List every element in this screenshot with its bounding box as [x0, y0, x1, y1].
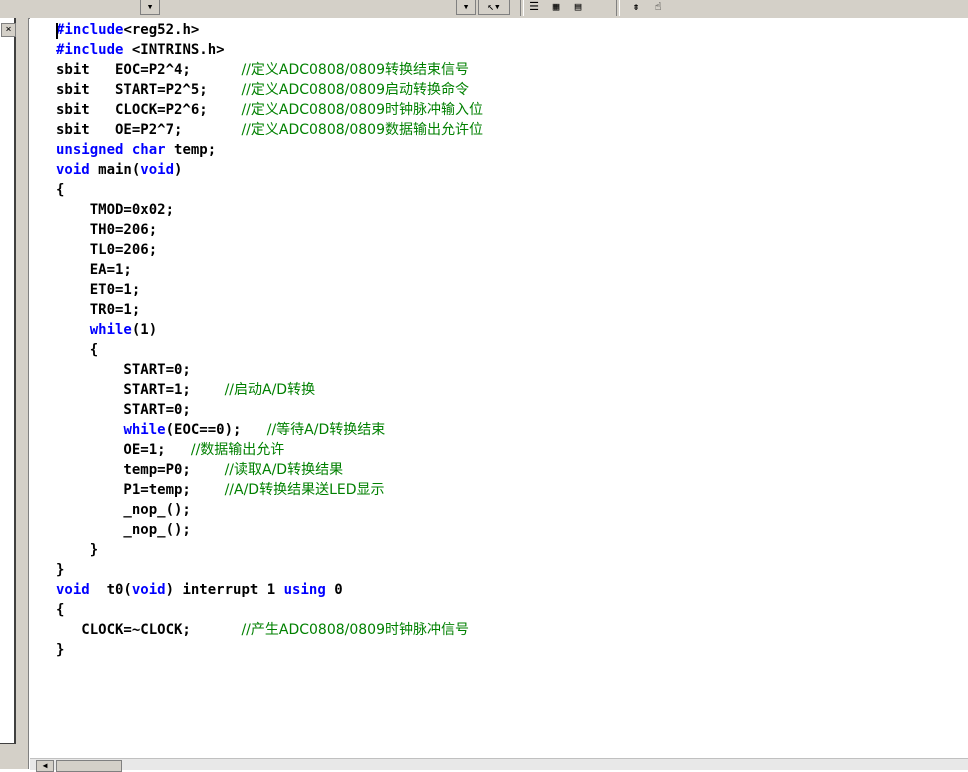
step-icon[interactable]: ⇟	[628, 0, 644, 14]
code-line-24: P1=temp; //A/D转换结果送LED显示	[56, 482, 385, 498]
workspace-panel-body	[0, 18, 16, 744]
pointer-icon[interactable]: ↖▾	[478, 0, 510, 15]
code-line-16: while(1)	[89, 322, 158, 338]
dropdown-arrow-icon[interactable]: ▾	[140, 0, 160, 15]
code-line-19: START=1; //启动A/D转换	[56, 382, 316, 398]
code-line-31: CLOCK=~CLOCK; //产生ADC0808/0809时钟脉冲信号	[56, 622, 469, 638]
code-line-5: sbit CLOCK=P2^6; //定义ADC0808/0809时钟脉冲输入位	[56, 102, 483, 118]
code-line-7: unsigned char temp;	[56, 142, 217, 158]
code-line-29: void t0(void) interrupt 1 using 0	[56, 582, 343, 598]
code-line-20: START=0;	[56, 402, 191, 418]
code-editor[interactable]: #include<reg52.h> #include <INTRINS.h> s…	[30, 18, 968, 758]
code-line-22: OE=1; //数据输出允许	[56, 442, 285, 458]
code-line-32: }	[56, 642, 65, 658]
code-line-4: sbit START=P2^5; //定义ADC0808/0809启动转换命令	[56, 82, 469, 98]
code-line-8: void main(void)	[56, 162, 183, 178]
toolbar-separator	[616, 0, 620, 16]
code-line-17: {	[56, 342, 99, 358]
code-line-15: TR0=1;	[56, 302, 141, 318]
code-line-11: TH0=206;	[56, 222, 158, 238]
code-line-18: START=0;	[56, 362, 191, 378]
code-line-1: #include<reg52.h>	[56, 22, 200, 38]
code-line-3: sbit EOC=P2^4; //定义ADC0808/0809转换结束信号	[56, 62, 469, 78]
code-line-23: temp=P0; //读取A/D转换结果	[56, 462, 344, 478]
dropdown-arrow-icon[interactable]: ▾	[456, 0, 476, 15]
code-line-28: }	[56, 562, 65, 578]
toolbar: ▾ ▾ ↖▾ ☰ ▦ ▤ ⇟ ☝	[0, 0, 968, 19]
books-icon[interactable]: ☰	[526, 0, 542, 14]
scrollbar-thumb[interactable]	[56, 760, 122, 772]
code-line-13: EA=1;	[56, 262, 132, 278]
window-icon[interactable]: ▦	[548, 0, 564, 14]
divider	[28, 18, 29, 769]
code-line-27: }	[56, 542, 99, 558]
toolbar-separator	[520, 0, 524, 16]
disk-icon[interactable]: ▤	[570, 0, 586, 14]
hand-icon[interactable]: ☝	[650, 0, 666, 14]
horizontal-scrollbar[interactable]: ◀	[30, 758, 968, 772]
code-line-25: _nop_();	[56, 502, 191, 518]
code-line-6: sbit OE=P2^7; //定义ADC0808/0809数据输出允许位	[56, 122, 483, 138]
close-icon[interactable]: ×	[1, 23, 16, 37]
code-line-26: _nop_();	[56, 522, 191, 538]
code-line-9: {	[56, 182, 65, 198]
code-line-12: TL0=206;	[56, 242, 158, 258]
code-line-21: while(EOC==0); //等待A/D转换结束	[123, 422, 386, 438]
text-caret	[56, 23, 58, 39]
scroll-left-icon[interactable]: ◀	[36, 760, 54, 772]
code-line-14: ET0=1;	[56, 282, 141, 298]
code-line-2: #include <INTRINS.h>	[56, 42, 225, 58]
code-line-30: {	[56, 602, 65, 618]
code-line-10: TMOD=0x02;	[56, 202, 175, 218]
